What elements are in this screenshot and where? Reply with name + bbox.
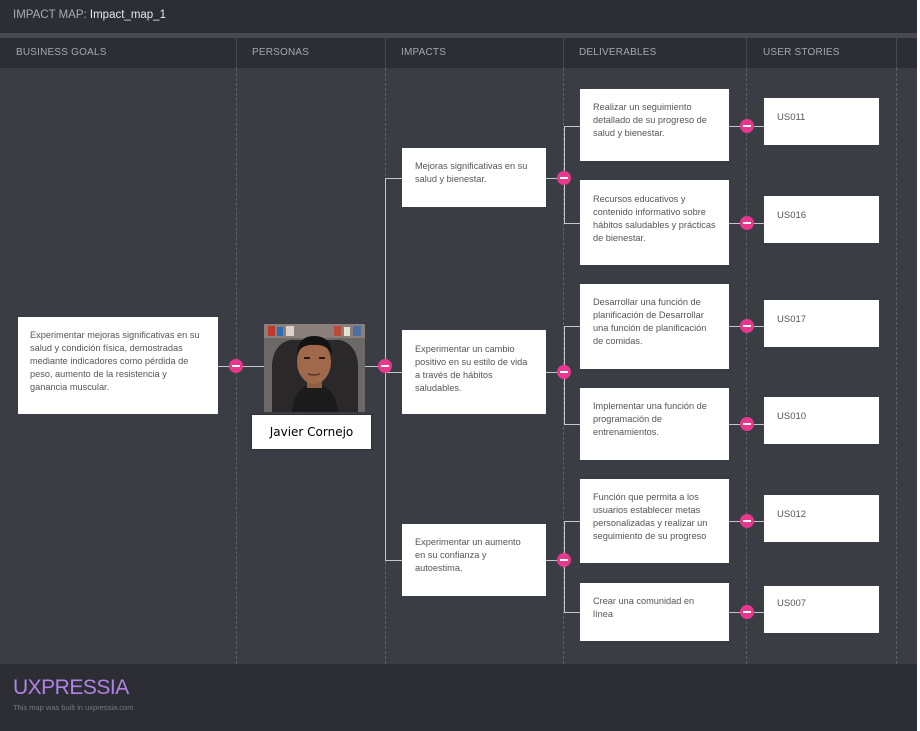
- persona-name[interactable]: Javier Cornejo: [251, 414, 372, 450]
- impact-map-app: IMPACT MAP: Impact_map_1 BUSINESS GOALS …: [0, 0, 920, 731]
- map-name: Impact_map_1: [89, 9, 166, 21]
- connector-line: [564, 612, 581, 613]
- collapse-toggle[interactable]: [740, 216, 754, 230]
- business-goal-card[interactable]: Experimentar mejoras significativas en s…: [18, 317, 218, 414]
- deliverable-card[interactable]: Función que permita a los usuarios estab…: [580, 479, 729, 563]
- impact-card[interactable]: Experimentar un aumento en su confianza …: [402, 524, 546, 596]
- collapse-toggle[interactable]: [740, 417, 754, 431]
- user-story-card[interactable]: US017: [764, 300, 879, 347]
- persona-photo: [264, 324, 365, 412]
- user-story-card[interactable]: US016: [764, 196, 879, 243]
- map-title[interactable]: IMPACT MAP: Impact_map_1: [13, 9, 166, 21]
- collapse-toggle[interactable]: [557, 553, 571, 567]
- collapse-toggle[interactable]: [740, 514, 754, 528]
- collapse-toggle[interactable]: [740, 119, 754, 133]
- map-title-prefix: IMPACT MAP:: [13, 9, 87, 21]
- collapse-toggle[interactable]: [740, 319, 754, 333]
- user-story-card[interactable]: US011: [764, 98, 879, 145]
- persona-avatar[interactable]: [264, 324, 365, 412]
- user-story-card[interactable]: US007: [764, 586, 879, 633]
- connector-line: [564, 521, 581, 522]
- connector-line: [564, 223, 581, 224]
- footer-note: This map was built in uxpressia.com: [13, 703, 134, 712]
- column-header-impacts: IMPACTS: [401, 47, 447, 58]
- collapse-toggle[interactable]: [229, 359, 243, 373]
- column-divider: [896, 38, 897, 68]
- column-divider: [563, 38, 564, 68]
- collapse-toggle[interactable]: [557, 365, 571, 379]
- column-divider: [746, 38, 747, 68]
- column-divider: [236, 38, 237, 68]
- user-story-card[interactable]: US010: [764, 397, 879, 444]
- column-divider: [746, 68, 747, 664]
- collapse-toggle[interactable]: [557, 171, 571, 185]
- impact-card[interactable]: Mejoras significativas en su salud y bie…: [402, 148, 546, 207]
- title-bar: IMPACT MAP: Impact_map_1: [0, 0, 920, 33]
- deliverable-card[interactable]: Crear una comunidad en línea: [580, 583, 729, 641]
- user-story-card[interactable]: US012: [764, 495, 879, 542]
- column-header-personas: PERSONAS: [252, 47, 310, 58]
- column-divider: [896, 68, 897, 664]
- connector-line: [564, 126, 581, 127]
- column-header-business-goals: BUSINESS GOALS: [16, 47, 107, 58]
- column-headers: BUSINESS GOALS PERSONAS IMPACTS DELIVERA…: [0, 38, 920, 68]
- deliverable-card[interactable]: Desarrollar una función de planificación…: [580, 284, 729, 369]
- deliverable-card[interactable]: Implementar una función de programación …: [580, 388, 729, 460]
- footer: UXPRESSIA This map was built in uxpressi…: [0, 664, 920, 731]
- connector-line: [385, 178, 403, 179]
- connector-line: [564, 326, 581, 327]
- column-header-deliverables: DELIVERABLES: [579, 47, 657, 58]
- uxpressia-logo[interactable]: UXPRESSIA: [13, 676, 129, 700]
- deliverable-card[interactable]: Realizar un seguimiento detallado de su …: [580, 89, 729, 161]
- collapse-toggle[interactable]: [378, 359, 392, 373]
- column-header-user-stories: USER STORIES: [763, 47, 840, 58]
- connector-line: [385, 560, 403, 561]
- collapse-toggle[interactable]: [740, 605, 754, 619]
- connector-line: [564, 424, 581, 425]
- connector-line: [564, 521, 565, 613]
- impact-card[interactable]: Experimentar un cambio positivo en su es…: [402, 330, 546, 414]
- column-divider: [385, 38, 386, 68]
- deliverable-card[interactable]: Recursos educativos y contenido informat…: [580, 180, 729, 265]
